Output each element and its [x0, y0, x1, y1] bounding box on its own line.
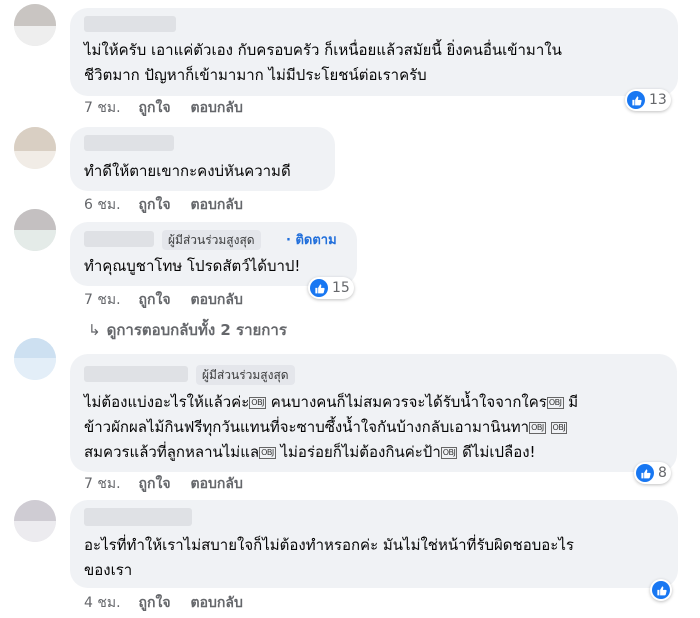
reply-arrow-icon: ↳ — [88, 321, 101, 339]
emoji-placeholder-icon: OBJ — [546, 397, 564, 409]
like-icon — [636, 464, 654, 482]
reaction-count[interactable]: 13 — [625, 89, 671, 111]
avatar[interactable] — [14, 209, 56, 251]
author-name[interactable] — [84, 135, 174, 151]
comment-text: ของเรา — [84, 561, 133, 579]
emoji-placeholder-icon: OBJ — [249, 397, 266, 409]
emoji-placeholder-icon: OBJ — [259, 447, 276, 459]
timestamp[interactable]: 7 ชม. — [84, 474, 121, 494]
comment-actions: 7 ชม. ถูกใจ ตอบกลับ — [84, 98, 243, 118]
reply-button[interactable]: ตอบกลับ — [191, 98, 243, 118]
comment-text: ไม่ต้องแบ่งอะไรให้แล้วค่ะ OBJ คนบางคนก็ไม… — [84, 390, 578, 415]
reaction-number: 15 — [332, 280, 350, 296]
like-button[interactable]: ถูกใจ — [139, 195, 171, 215]
like-button[interactable]: ถูกใจ — [139, 593, 171, 613]
reply-button[interactable]: ตอบกลับ — [191, 195, 243, 215]
comment-actions: 7 ชม. ถูกใจ ตอบกลับ — [84, 290, 243, 310]
top-contributor-badge: ผู้มีส่วนร่วมสูงสุด — [162, 230, 261, 250]
comment-text: สมควรแล้วที่ลูกหลานไม่แล OBJ ไม่อร่อยก็ไม… — [84, 440, 536, 465]
timestamp[interactable]: 6 ชม. — [84, 195, 121, 215]
comment-text: ข้าวผักผลไม้กินฟรีทุกวันแทนที่จะซาบซึ้งน… — [84, 415, 568, 440]
like-icon — [627, 91, 645, 109]
text-segment: สมควรแล้วที่ลูกหลานไม่แล — [84, 443, 260, 461]
like-icon — [652, 581, 670, 599]
view-replies-link[interactable]: ↳ ดูการตอบกลับทั้ง 2 รายการ — [88, 320, 287, 340]
comment-text: ทำคุณบูชาโทษ โปรดสัตว์ได้บาป! — [84, 257, 301, 275]
comment-text: อะไรที่ทำให้เราไม่สบายใจก็ไม่ต้องทำหรอกค… — [84, 536, 574, 554]
author-name[interactable] — [84, 16, 176, 32]
comment-text: ชีวิตมาก ปัญหาก็เข้ามามาก ไม่มีประโยชน์ต… — [84, 66, 427, 84]
reaction-count[interactable] — [650, 579, 672, 601]
text-segment: คนบางคนก็ไม่สมควรจะได้รับน้ำใจจากใคร — [265, 393, 547, 411]
text-segment: ไม่อร่อยก็ไม่ต้องกินค่ะป้า — [275, 443, 441, 461]
reply-button[interactable]: ตอบกลับ — [191, 474, 243, 494]
top-contributor-badge: ผู้มีส่วนร่วมสูงสุด — [196, 365, 295, 385]
reaction-count[interactable]: 8 — [634, 462, 671, 484]
text-segment: ข้าวผักผลไม้กินฟรีทุกวันแทนที่จะซาบซึ้งน… — [84, 418, 530, 436]
reaction-count[interactable]: 15 — [308, 277, 354, 299]
like-button[interactable]: ถูกใจ — [139, 98, 171, 118]
like-button[interactable]: ถูกใจ — [139, 290, 171, 310]
author-name[interactable] — [84, 231, 154, 247]
avatar[interactable] — [14, 338, 56, 380]
comment-text: ไม่ให้ครับ เอาแค่ตัวเอง กับครอบครัว ก็เห… — [84, 41, 562, 59]
avatar[interactable] — [14, 127, 56, 169]
like-icon — [310, 279, 328, 297]
like-button[interactable]: ถูกใจ — [139, 474, 171, 494]
follow-link[interactable]: · ติดตาม — [286, 232, 337, 250]
text-segment: ดีไม่เปลือง! — [457, 443, 536, 461]
timestamp[interactable]: 4 ชม. — [84, 593, 121, 613]
comment-text: ทำดีให้ตายเขากะคงบ่หันความดี — [84, 162, 291, 180]
author-name[interactable] — [84, 366, 188, 382]
emoji-placeholder-icon: OBJ — [550, 422, 568, 434]
text-segment: ไม่ต้องแบ่งอะไรให้แล้วค่ะ — [84, 393, 250, 411]
comment-actions: 4 ชม. ถูกใจ ตอบกลับ — [84, 593, 243, 613]
emoji-placeholder-icon: OBJ — [529, 422, 546, 434]
reaction-number: 13 — [649, 92, 667, 108]
comment-actions: 7 ชม. ถูกใจ ตอบกลับ — [84, 474, 243, 494]
reply-button[interactable]: ตอบกลับ — [191, 593, 243, 613]
reaction-number: 8 — [658, 465, 667, 481]
emoji-placeholder-icon: OBJ — [440, 447, 458, 459]
author-name[interactable] — [84, 508, 192, 526]
timestamp[interactable]: 7 ชม. — [84, 290, 121, 310]
comment-actions: 6 ชม. ถูกใจ ตอบกลับ — [84, 195, 243, 215]
avatar[interactable] — [14, 4, 56, 46]
timestamp[interactable]: 7 ชม. — [84, 98, 121, 118]
avatar[interactable] — [14, 500, 56, 542]
view-replies-label: ดูการตอบกลับทั้ง 2 รายการ — [106, 321, 287, 339]
text-segment: มี — [563, 393, 579, 411]
reply-button[interactable]: ตอบกลับ — [191, 290, 243, 310]
